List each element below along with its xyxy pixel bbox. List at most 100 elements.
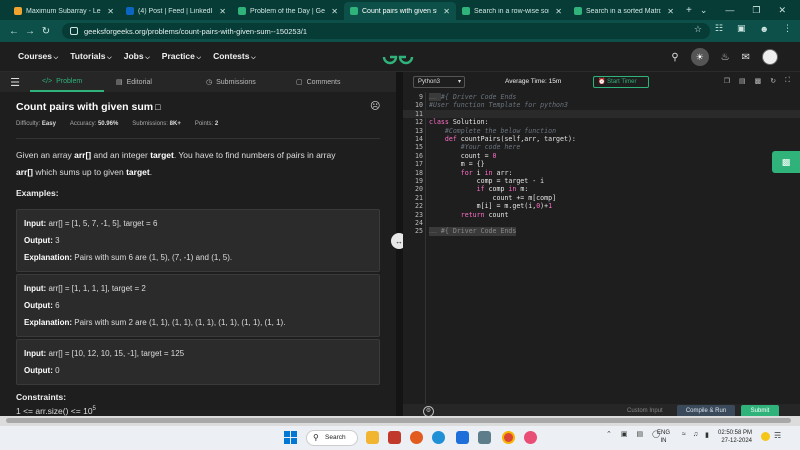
site-info-icon[interactable] <box>70 27 78 35</box>
scrollbar-thumb[interactable] <box>6 418 791 423</box>
code-line[interactable]: 21 count += m[comp] <box>403 194 800 202</box>
cast-icon[interactable]: ▣ <box>737 23 746 34</box>
clock[interactable]: 02:50:58 PM 27-12-2024 <box>718 429 752 445</box>
start-timer-button[interactable]: ⏰ Start Timer <box>593 76 649 88</box>
edge-icon[interactable] <box>432 431 445 444</box>
tab-editorial[interactable]: ▤ Editorial <box>104 72 194 92</box>
forward-icon[interactable]: → <box>22 26 38 37</box>
custom-input-toggle[interactable]: Custom Input <box>627 408 663 414</box>
chat-icon[interactable]: ▩ <box>772 151 800 173</box>
browser-tab[interactable]: (4) Post | Feed | LinkedIn ✕ <box>120 2 232 20</box>
browser-menu-icon[interactable]: ⋮ <box>783 23 792 34</box>
code-line[interactable]: 15 #Your code here <box>403 143 800 151</box>
browser-tab[interactable]: Count pairs with given sum ✕ <box>344 2 456 20</box>
code-line[interactable]: 25 …… #{ Driver Code Ends <box>403 227 800 236</box>
windows-start-icon[interactable] <box>284 431 297 444</box>
code-text: m = {} <box>429 160 485 169</box>
profile-icon[interactable]: ☻ <box>760 24 769 34</box>
browser-tab[interactable]: Problem of the Day | GeeksF ✕ <box>232 2 344 20</box>
tab-close-icon[interactable]: ✕ <box>667 7 674 16</box>
code-line[interactable]: 19 comp = target - i <box>403 177 800 185</box>
site-menu-item[interactable]: Jobs <box>124 51 150 62</box>
file-explorer-icon[interactable] <box>366 431 379 444</box>
language-select[interactable]: Python3 <box>413 76 465 88</box>
site-menu-item[interactable]: Courses <box>18 51 58 62</box>
code-line[interactable]: 14 def countPairs(self,arr, target): <box>403 135 800 143</box>
code-line[interactable]: 24 <box>403 219 800 227</box>
paste-icon[interactable]: ▤ <box>739 77 746 85</box>
notification-center-icon[interactable]: ☴ <box>774 431 781 440</box>
code-editor[interactable]: 9 …… #{ Driver Code Ends 10 #User function … <box>403 92 800 404</box>
code-line[interactable]: 20 if comp in m: <box>403 185 800 193</box>
code-line[interactable]: 10 #User function Template for python3 <box>403 101 800 109</box>
tray-expand-icon[interactable]: ⌃ <box>606 430 612 438</box>
browser-tab[interactable]: Maximum Subarray - Leetco ✕ <box>8 2 120 20</box>
code-line[interactable]: 11 <box>403 109 800 119</box>
close-window-icon[interactable]: ✕ <box>778 5 786 16</box>
search-icon[interactable]: ⚲ <box>671 52 678 63</box>
reload-icon[interactable]: ↻ <box>38 26 54 37</box>
dropbox-icon[interactable] <box>456 431 469 444</box>
chrome-icon[interactable] <box>502 431 515 444</box>
bookmark-icon[interactable]: □ <box>155 102 160 112</box>
app-icon-2[interactable] <box>524 431 537 444</box>
site-menu-item[interactable]: Practice <box>162 51 201 62</box>
site-menu-item[interactable]: Contests <box>213 51 256 62</box>
bookmark-star-icon[interactable]: ☆ <box>694 24 702 35</box>
tab-comments[interactable]: ▢ Comments <box>284 72 374 92</box>
tab-close-icon[interactable]: ✕ <box>331 7 338 16</box>
maximize-icon[interactable]: ❐ <box>752 5 760 16</box>
tray-app-icon[interactable]: ▣ <box>621 430 628 438</box>
problem-tabs: ☰ </> Problem ▤ Editorial ◷ Submissions ▢ Comme… <box>0 72 400 92</box>
code-line[interactable]: 16 count = 0 <box>403 152 800 160</box>
new-tab-button[interactable]: + <box>680 2 698 20</box>
average-time: Average Time: 15m <box>505 78 562 85</box>
minimize-icon[interactable]: — <box>725 5 734 15</box>
extensions-icon[interactable]: ☷ <box>715 23 723 34</box>
firefox-icon[interactable] <box>410 431 423 444</box>
code-line[interactable]: 13 #Complete the below function <box>403 127 800 135</box>
tab-search-icon[interactable]: ⌄ <box>700 5 708 16</box>
browser-tab[interactable]: Search in a row-wise sorted ✕ <box>456 2 568 20</box>
line-number: 15 <box>415 143 423 152</box>
copy-icon[interactable]: ❐ <box>724 77 730 85</box>
reset-icon[interactable]: ↻ <box>770 77 776 85</box>
app-icon[interactable] <box>478 431 491 444</box>
tray-app-icon-2[interactable]: ▤ <box>637 430 644 438</box>
back-icon[interactable]: ← <box>6 26 22 37</box>
url-text: geeksforgeeks.org/problems/count-pairs-w… <box>84 26 308 36</box>
system-status-icons[interactable]: ≈ ♫ ▮ <box>682 431 709 439</box>
browser-tab-label: Count pairs with given sum <box>362 7 437 15</box>
tab-submissions[interactable]: ◷ Submissions <box>194 72 284 92</box>
code-line[interactable]: 18 for i in arr: <box>403 169 800 177</box>
user-avatar[interactable] <box>762 49 778 65</box>
notification-bell-icon[interactable]: ♨ <box>721 52 730 63</box>
site-menu-item[interactable]: Tutorials <box>70 51 111 62</box>
code-line[interactable]: 12 class Solution: <box>403 118 800 126</box>
tab-close-icon[interactable]: ✕ <box>107 7 114 16</box>
url-input[interactable]: geeksforgeeks.org/problems/count-pairs-w… <box>62 23 710 39</box>
code-line[interactable]: 22 m[i] = m.get(i,0)+1 <box>403 202 800 210</box>
fold-marker-icon[interactable]: …… <box>429 93 441 101</box>
hamburger-menu-icon[interactable]: ☰ <box>0 76 30 89</box>
browser-tab[interactable]: Search in a sorted Matrix | F ✕ <box>568 2 680 20</box>
tab-problem[interactable]: </> Problem <box>30 72 104 92</box>
save-icon[interactable]: ▩ <box>755 77 762 85</box>
tab-close-icon[interactable]: ✕ <box>219 7 226 16</box>
code-line[interactable]: 9 …… #{ Driver Code Ends <box>403 93 800 101</box>
tab-close-icon[interactable]: ✕ <box>555 7 562 16</box>
theme-toggle-icon[interactable]: ☀ <box>690 48 709 66</box>
gfg-logo-icon[interactable] <box>381 48 415 66</box>
taskbar-search-input[interactable]: ⚲ Search <box>306 430 358 446</box>
fullscreen-icon[interactable]: ⛶ <box>785 77 790 85</box>
tab-close-icon[interactable]: ✕ <box>443 7 450 16</box>
report-bug-icon[interactable]: ☹ <box>370 101 380 112</box>
language-indicator[interactable]: ENG IN <box>657 429 670 445</box>
fold-marker-icon[interactable]: …… <box>429 227 441 236</box>
message-icon[interactable]: ✉ <box>742 52 750 63</box>
code-line[interactable]: 17 m = {} <box>403 160 800 168</box>
store-app-icon[interactable] <box>388 431 401 444</box>
horizontal-scrollbar[interactable] <box>0 416 800 426</box>
code-line[interactable]: 23 return count <box>403 211 800 219</box>
code-text: if comp in m: <box>476 185 529 194</box>
